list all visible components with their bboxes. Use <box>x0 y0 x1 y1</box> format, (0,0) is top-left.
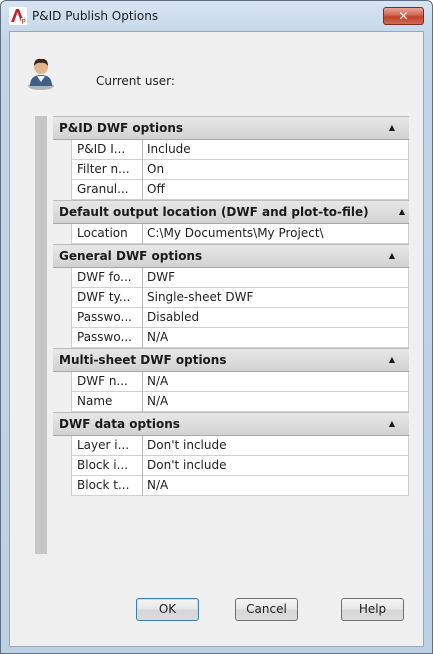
property-value[interactable]: N/A <box>144 476 409 496</box>
row-indent <box>53 180 71 200</box>
close-icon: ✕ <box>398 9 409 23</box>
property-value[interactable]: C:\My Documents\My Project\ <box>144 224 409 244</box>
collapse-caret-icon[interactable]: ▲ <box>389 413 395 435</box>
category-header-default-output-location[interactable]: Default output location (DWF and plot-to… <box>53 200 409 224</box>
property-value[interactable]: N/A <box>144 328 409 348</box>
property-value[interactable]: Don't include <box>144 436 409 456</box>
category-header-general-dwf-options[interactable]: General DWF options ▲ <box>53 244 409 268</box>
property-value[interactable]: N/A <box>144 392 409 412</box>
property-name: Filter n... <box>71 160 143 180</box>
property-row[interactable]: Filter n... On <box>53 160 409 180</box>
row-indent <box>53 476 71 496</box>
property-value[interactable]: Single-sheet DWF <box>144 288 409 308</box>
row-indent <box>53 160 71 180</box>
property-value[interactable]: Include <box>144 140 409 160</box>
category-title: Default output location (DWF and plot-to… <box>59 205 369 219</box>
title-bar[interactable]: P P&ID Publish Options ✕ <box>1 1 432 31</box>
property-row[interactable]: DWF ty... Single-sheet DWF <box>53 288 409 308</box>
category-header-dwf-data-options[interactable]: DWF data options ▲ <box>53 412 409 436</box>
property-row[interactable]: Location C:\My Documents\My Project\ <box>53 224 409 244</box>
row-indent <box>53 392 71 412</box>
row-indent <box>53 436 71 456</box>
property-row[interactable]: Block t... N/A <box>53 476 409 496</box>
property-name: Name <box>71 392 143 412</box>
property-value[interactable]: DWF <box>144 268 409 288</box>
collapse-caret-icon[interactable]: ▲ <box>389 117 395 139</box>
property-name: DWF fo... <box>71 268 143 288</box>
collapse-caret-icon[interactable]: ▲ <box>389 349 395 371</box>
category-header-pid-dwf-options[interactable]: P&ID DWF options ▲ <box>53 116 409 140</box>
property-name: Block t... <box>71 476 143 496</box>
property-row[interactable]: P&ID I... Include <box>53 140 409 160</box>
property-row[interactable]: Passwo... N/A <box>53 328 409 348</box>
property-value[interactable]: N/A <box>144 372 409 392</box>
row-indent <box>53 328 71 348</box>
row-indent <box>53 456 71 476</box>
window-title: P&ID Publish Options <box>32 9 159 23</box>
ok-button[interactable]: OK <box>136 598 199 621</box>
category-title: General DWF options <box>59 249 203 263</box>
autocad-app-icon: P <box>9 7 27 25</box>
property-name: Layer i... <box>71 436 143 456</box>
close-button[interactable]: ✕ <box>383 7 424 25</box>
property-row[interactable]: DWF fo... DWF <box>53 268 409 288</box>
property-name: Passwo... <box>71 328 143 348</box>
property-grid: P&ID DWF options ▲ P&ID I... Include Fil… <box>53 116 409 496</box>
property-row[interactable]: Name N/A <box>53 392 409 412</box>
help-button[interactable]: Help <box>341 598 404 621</box>
collapse-caret-icon[interactable]: ▲ <box>399 201 405 223</box>
property-value[interactable]: Disabled <box>144 308 409 328</box>
user-avatar-icon <box>28 58 54 90</box>
property-name: DWF ty... <box>71 288 143 308</box>
property-name: P&ID I... <box>71 140 143 160</box>
panel-side-strip <box>35 116 47 554</box>
property-name: Block i... <box>71 456 143 476</box>
row-indent <box>53 224 71 244</box>
property-name: DWF n... <box>71 372 143 392</box>
property-value[interactable]: On <box>144 160 409 180</box>
property-row[interactable]: Block i... Don't include <box>53 456 409 476</box>
row-indent <box>53 140 71 160</box>
category-title: P&ID DWF options <box>59 121 184 135</box>
row-indent <box>53 308 71 328</box>
property-name: Granul... <box>71 180 143 200</box>
property-value[interactable]: Off <box>144 180 409 200</box>
category-title: Multi-sheet DWF options <box>59 353 227 367</box>
property-grid-panel: P&ID DWF options ▲ P&ID I... Include Fil… <box>35 116 409 554</box>
row-indent <box>53 288 71 308</box>
property-row[interactable]: Passwo... Disabled <box>53 308 409 328</box>
row-indent <box>53 268 71 288</box>
property-value[interactable]: Don't include <box>144 456 409 476</box>
property-row[interactable]: Granul... Off <box>53 180 409 200</box>
cancel-button[interactable]: Cancel <box>235 598 298 621</box>
collapse-caret-icon[interactable]: ▲ <box>389 245 395 267</box>
row-indent <box>53 372 71 392</box>
property-name: Location <box>71 224 143 244</box>
category-header-multi-sheet-dwf-options[interactable]: Multi-sheet DWF options ▲ <box>53 348 409 372</box>
property-name: Passwo... <box>71 308 143 328</box>
category-title: DWF data options <box>59 417 180 431</box>
property-row[interactable]: DWF n... N/A <box>53 372 409 392</box>
svg-text:P: P <box>22 18 26 25</box>
current-user-label: Current user: <box>96 74 175 88</box>
property-row[interactable]: Layer i... Don't include <box>53 436 409 456</box>
